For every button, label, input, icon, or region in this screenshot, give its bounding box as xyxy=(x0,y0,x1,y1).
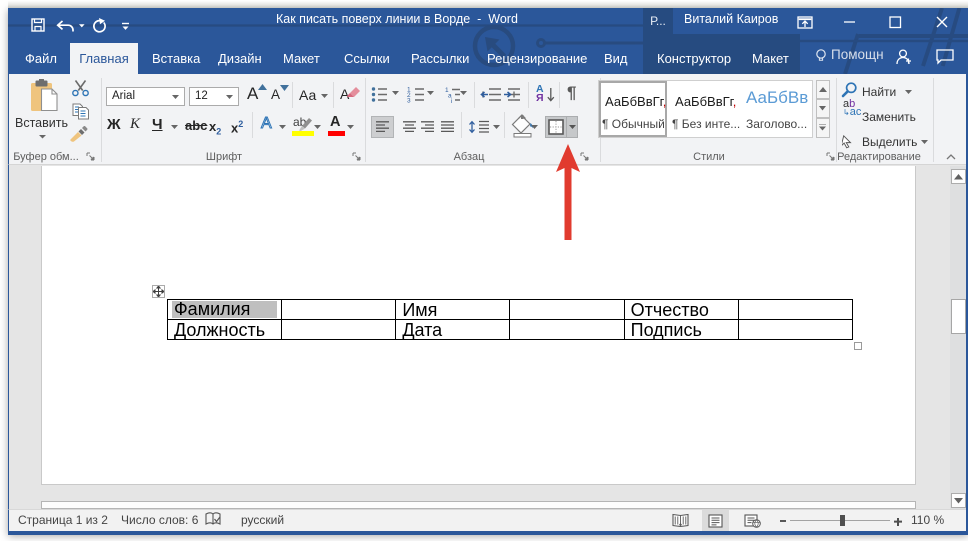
svg-text:i: i xyxy=(451,98,452,103)
svg-text:3: 3 xyxy=(407,98,411,104)
